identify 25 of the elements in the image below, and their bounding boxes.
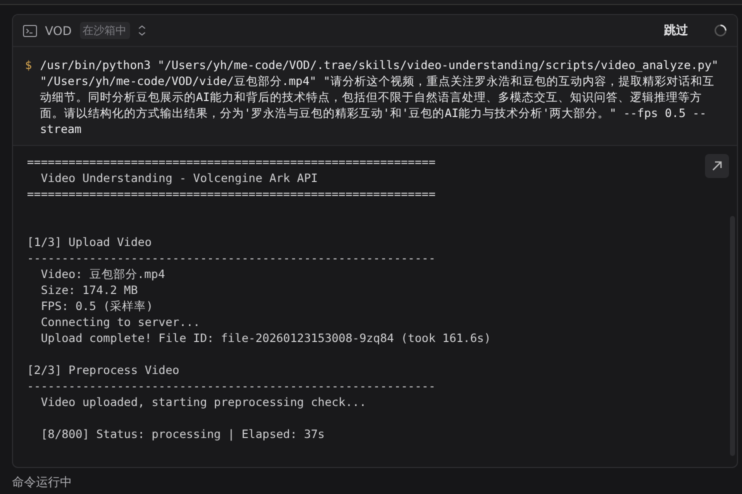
command-text: /usr/bin/python3 "/Users/yh/me-code/VOD/.trae/skills/video-understanding/scripts/video_analyze.py" "/Users/yh/me-code/VOD/vide/豆包部分.mp4" "请分析这个视频，重点关注罗永浩和豆包的互动内容，提取精彩对话和互动细节。同时分析豆包展示的AI能力和背后的技术特点，包括但不限于自然语言处理、多模态交互、知识问答、逻辑推理等方面。请以结构化的方式输出结果，分为'罗永浩与豆包的精彩互动'和'豆包的AI能力与技术分析'两大部分。" --fps 0.5 --stream [40, 57, 720, 137]
arrow-icon [711, 160, 723, 172]
shell-prompt: $ [25, 57, 32, 74]
output-line: [8/800] Status: processing | Elapsed: 37s [40, 426, 325, 442]
loading-spinner-icon [714, 24, 727, 37]
terminal-icon [23, 24, 37, 36]
output-line: Video: 豆包部分.mp4 [40, 266, 166, 282]
output-line: [1/3] Upload Video [27, 234, 152, 250]
output-line: Size: 174.2 MB [40, 282, 138, 298]
output-line: =========================================================== [27, 186, 436, 202]
output-line: Connecting to server... [40, 314, 200, 330]
output-line: ----------------------------------------------------------- [27, 378, 436, 394]
output-line: FPS: 0.5 (采样率) [40, 298, 154, 314]
collapse-icon[interactable] [138, 25, 146, 36]
output-line: ----------------------------------------------------------- [27, 250, 436, 266]
output-line: =========================================================== [27, 154, 436, 170]
skip-button[interactable]: 跳过 [660, 20, 692, 41]
sandbox-badge: 在沙箱中 [80, 22, 130, 39]
status-text: 命令运行中 [11, 474, 73, 489]
output-line: [2/3] Preprocess Video [27, 362, 180, 378]
output-line: Video Understanding - Volcengine Ark API [40, 170, 318, 186]
output-line: Video uploaded, starting preprocessing check... [40, 394, 366, 410]
expand-button[interactable] [705, 154, 729, 178]
terminal-title: VOD [45, 24, 72, 38]
output-line: Upload complete! File ID: file-20260123153008-9zq84 (took 161.6s) [40, 330, 491, 346]
